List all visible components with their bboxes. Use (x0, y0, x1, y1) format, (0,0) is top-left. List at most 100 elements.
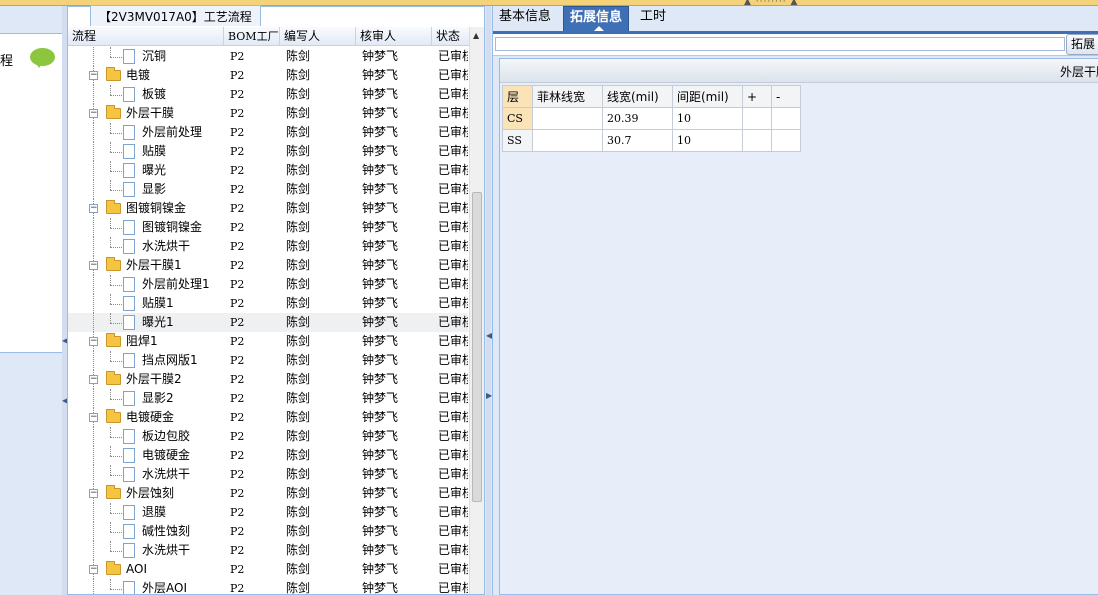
reviewer-cell[interactable]: 钟梦飞 (356, 389, 431, 408)
status-cell[interactable]: 已审核 (432, 313, 468, 332)
empty-cell[interactable] (771, 107, 801, 130)
tree-node[interactable]: 板边包胶 (68, 427, 223, 446)
status-cell[interactable]: 已审核 (432, 294, 468, 313)
spacing-cell[interactable]: 10 (672, 129, 743, 152)
status-cell[interactable]: 已审核 (432, 66, 468, 85)
column-header-reviewer[interactable]: 核审人 (356, 27, 432, 46)
detail-filter-input[interactable] (495, 37, 1065, 51)
layer-cell[interactable]: SS (502, 129, 533, 152)
reviewer-cell[interactable]: 钟梦飞 (356, 237, 431, 256)
status-cell[interactable]: 已审核 (432, 370, 468, 389)
tree-node[interactable]: 水洗烘干 (68, 541, 223, 560)
reviewer-cell[interactable]: 钟梦飞 (356, 541, 431, 560)
bom-factory-cell[interactable]: P2 (224, 560, 279, 579)
reviewer-cell[interactable]: 钟梦飞 (356, 503, 431, 522)
author-cell[interactable]: 陈剑 (280, 237, 355, 256)
status-cell[interactable]: 已审核 (432, 560, 468, 579)
collapse-node-icon[interactable]: − (89, 413, 98, 422)
author-cell[interactable]: 陈剑 (280, 503, 355, 522)
table-row[interactable]: − 外层干膜 P2陈剑钟梦飞已审核 (68, 104, 468, 123)
table-row[interactable]: 板边包胶 P2陈剑钟梦飞已审核 (68, 427, 468, 446)
reviewer-cell[interactable]: 钟梦飞 (356, 484, 431, 503)
author-cell[interactable]: 陈剑 (280, 123, 355, 142)
collapse-node-icon[interactable]: − (89, 261, 98, 270)
author-cell[interactable]: 陈剑 (280, 275, 355, 294)
vertical-scrollbar[interactable]: ▲ (469, 27, 484, 594)
bom-factory-cell[interactable]: P2 (224, 218, 279, 237)
author-cell[interactable]: 陈剑 (280, 66, 355, 85)
status-cell[interactable]: 已审核 (432, 484, 468, 503)
bom-factory-cell[interactable]: P2 (224, 47, 279, 66)
status-cell[interactable]: 已审核 (432, 47, 468, 66)
reviewer-cell[interactable]: 钟梦飞 (356, 85, 431, 104)
table-row[interactable]: − 外层蚀刻 P2陈剑钟梦飞已审核 (68, 484, 468, 503)
status-cell[interactable]: 已审核 (432, 142, 468, 161)
layer-cell[interactable]: CS (502, 107, 533, 130)
collapse-node-icon[interactable]: − (89, 337, 98, 346)
reviewer-cell[interactable]: 钟梦飞 (356, 104, 431, 123)
chat-bubble-icon[interactable] (30, 48, 55, 68)
author-cell[interactable]: 陈剑 (280, 104, 355, 123)
author-cell[interactable]: 陈剑 (280, 427, 355, 446)
author-cell[interactable]: 陈剑 (280, 199, 355, 218)
table-row[interactable]: 碱性蚀刻 P2陈剑钟梦飞已审核 (68, 522, 468, 541)
status-cell[interactable]: 已审核 (432, 180, 468, 199)
extend-button[interactable]: 拓展 (1066, 34, 1098, 55)
table-row[interactable]: CS 20.39 10 (502, 107, 801, 130)
reviewer-cell[interactable]: 钟梦飞 (356, 332, 431, 351)
reviewer-cell[interactable]: 钟梦飞 (356, 560, 431, 579)
author-cell[interactable]: 陈剑 (280, 389, 355, 408)
author-cell[interactable]: 陈剑 (280, 484, 355, 503)
bom-factory-cell[interactable]: P2 (224, 389, 279, 408)
film-width-cell[interactable] (532, 129, 603, 152)
tree-node[interactable]: 外层前处理1 (68, 275, 223, 294)
status-cell[interactable]: 已审核 (432, 503, 468, 522)
status-cell[interactable]: 已审核 (432, 408, 468, 427)
table-row[interactable]: 电镀硬金 P2陈剑钟梦飞已审核 (68, 446, 468, 465)
table-row[interactable]: − AOI P2陈剑钟梦飞已审核 (68, 560, 468, 579)
bom-factory-cell[interactable]: P2 (224, 180, 279, 199)
column-header-layer[interactable]: 层 (502, 85, 533, 108)
reviewer-cell[interactable]: 钟梦飞 (356, 408, 431, 427)
spacing-cell[interactable]: 10 (672, 107, 743, 130)
tree-node[interactable]: 图镀铜镍金 (68, 218, 223, 237)
table-row[interactable]: 曝光1 P2陈剑钟梦飞已审核 (68, 313, 468, 332)
author-cell[interactable]: 陈剑 (280, 446, 355, 465)
column-header-line-width[interactable]: 线宽(mil) (602, 85, 673, 108)
table-row[interactable]: 显影2 P2陈剑钟梦飞已审核 (68, 389, 468, 408)
bom-factory-cell[interactable]: P2 (224, 237, 279, 256)
author-cell[interactable]: 陈剑 (280, 85, 355, 104)
reviewer-cell[interactable]: 钟梦飞 (356, 446, 431, 465)
tree-node[interactable]: − 外层蚀刻 (68, 484, 223, 503)
status-cell[interactable]: 已审核 (432, 199, 468, 218)
author-cell[interactable]: 陈剑 (280, 180, 355, 199)
empty-cell[interactable] (742, 129, 772, 152)
author-cell[interactable]: 陈剑 (280, 47, 355, 66)
reviewer-cell[interactable]: 钟梦飞 (356, 579, 431, 594)
author-cell[interactable]: 陈剑 (280, 142, 355, 161)
reviewer-cell[interactable]: 钟梦飞 (356, 180, 431, 199)
table-row[interactable]: − 图镀铜镍金 P2陈剑钟梦飞已审核 (68, 199, 468, 218)
tree-node[interactable]: 显影 (68, 180, 223, 199)
tree-node[interactable]: 贴膜 (68, 142, 223, 161)
table-row[interactable]: 沉铜 P2陈剑钟梦飞已审核 (68, 47, 468, 66)
column-header-status[interactable]: 状态 (432, 27, 472, 46)
bom-factory-cell[interactable]: P2 (224, 161, 279, 180)
status-cell[interactable]: 已审核 (432, 389, 468, 408)
table-row[interactable]: 退膜 P2陈剑钟梦飞已审核 (68, 503, 468, 522)
tree-node[interactable]: − 电镀硬金 (68, 408, 223, 427)
tree-node[interactable]: − 外层干膜1 (68, 256, 223, 275)
film-width-cell[interactable] (532, 107, 603, 130)
bom-factory-cell[interactable]: P2 (224, 446, 279, 465)
table-row[interactable]: 贴膜1 P2陈剑钟梦飞已审核 (68, 294, 468, 313)
empty-cell[interactable] (742, 107, 772, 130)
reviewer-cell[interactable]: 钟梦飞 (356, 294, 431, 313)
table-row[interactable]: − 电镀 P2陈剑钟梦飞已审核 (68, 66, 468, 85)
add-column-button[interactable]: + (742, 85, 772, 108)
author-cell[interactable]: 陈剑 (280, 522, 355, 541)
collapse-node-icon[interactable]: − (89, 565, 98, 574)
status-cell[interactable]: 已审核 (432, 275, 468, 294)
table-row[interactable]: 图镀铜镍金 P2陈剑钟梦飞已审核 (68, 218, 468, 237)
bom-factory-cell[interactable]: P2 (224, 484, 279, 503)
author-cell[interactable]: 陈剑 (280, 579, 355, 594)
